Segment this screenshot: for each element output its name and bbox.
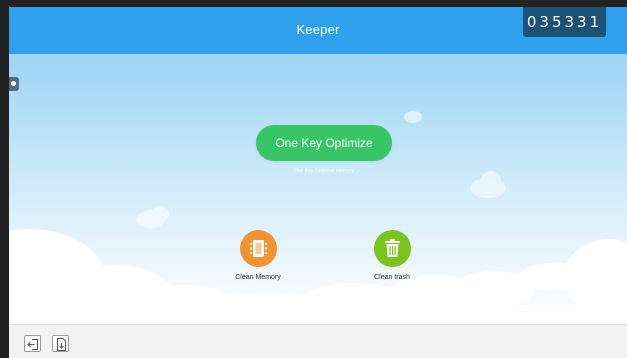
clean-trash-action[interactable]: Clean trash xyxy=(347,230,437,281)
side-drawer-handle[interactable] xyxy=(9,77,19,91)
optimize-subtitle: One Key Optimize memory xyxy=(293,168,355,174)
bottom-toolbar xyxy=(9,324,627,358)
cloud-background xyxy=(9,111,627,330)
clean-memory-label: Clean Memory xyxy=(235,274,281,281)
counter-display: 035331 xyxy=(523,7,606,37)
document-icon xyxy=(56,337,67,352)
clean-trash-label: Clean trash xyxy=(374,274,410,281)
clean-memory-button[interactable] xyxy=(239,230,277,267)
one-key-optimize-button[interactable]: One Key Optimize xyxy=(256,125,392,161)
clean-trash-button[interactable] xyxy=(373,230,411,267)
top-bar: Keeper 035331 xyxy=(9,7,627,54)
handle-dot-icon xyxy=(11,81,16,86)
clean-memory-action[interactable]: Clean Memory xyxy=(213,230,303,281)
app-screen: Keeper 035331 One Key Optimize One Key O… xyxy=(9,7,627,358)
document-button[interactable] xyxy=(52,335,69,352)
exit-button[interactable] xyxy=(24,335,41,352)
memory-chip-icon xyxy=(249,240,267,257)
exit-icon xyxy=(27,338,39,351)
trash-icon xyxy=(384,239,400,257)
